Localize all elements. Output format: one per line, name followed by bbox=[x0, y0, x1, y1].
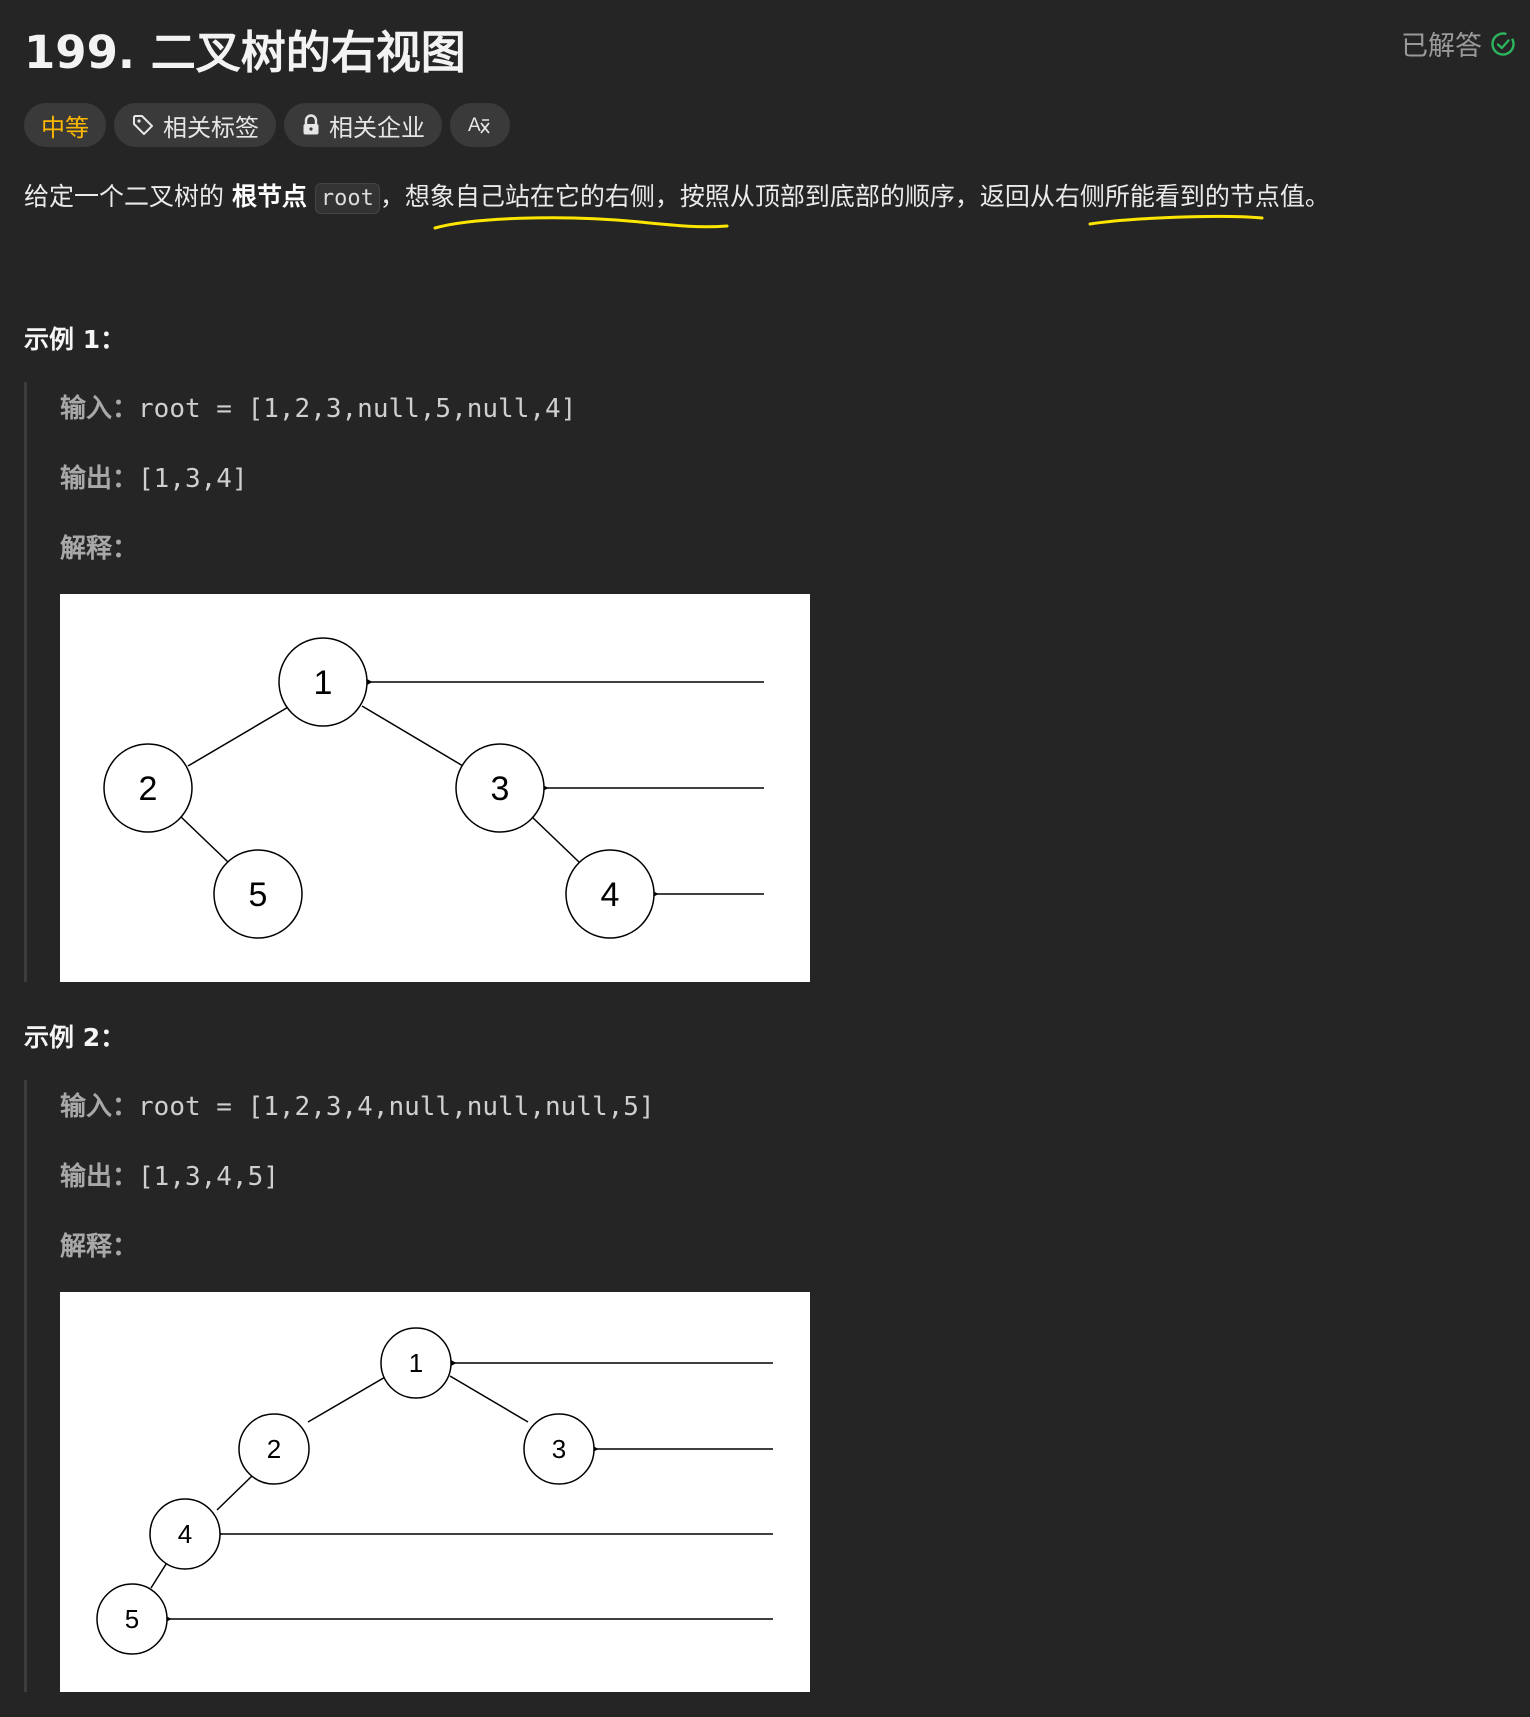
check-circle-icon bbox=[1490, 31, 1516, 57]
tree-node: 1 bbox=[380, 1327, 452, 1399]
node-label: 2 bbox=[267, 1434, 281, 1464]
difficulty-badge[interactable]: 中等 bbox=[24, 103, 106, 147]
tree-edge bbox=[179, 815, 229, 863]
lock-icon bbox=[301, 114, 321, 136]
example-2-input-label: 输入： bbox=[60, 1092, 139, 1122]
node-label: 4 bbox=[601, 876, 620, 914]
solved-status[interactable]: 已解答 bbox=[1401, 24, 1516, 63]
tree-edge bbox=[307, 1375, 388, 1423]
example-2-explain-label: 解释： bbox=[60, 1232, 139, 1262]
related-companies-label: 相关企业 bbox=[329, 113, 425, 142]
example-1-explain-label: 解释： bbox=[60, 534, 139, 564]
node-label: 1 bbox=[314, 664, 333, 702]
tree-node: 2 bbox=[238, 1413, 310, 1485]
example-2-output: 输出：[1,3,4,5] bbox=[60, 1156, 279, 1193]
solved-status-label: 已解答 bbox=[1401, 31, 1482, 62]
node-label: 4 bbox=[178, 1519, 192, 1549]
example-1-input-value: root = [1,2,3,null,5,null,4] bbox=[138, 394, 577, 424]
node-label: 5 bbox=[125, 1604, 139, 1634]
example-2-input: 输入：root = [1,2,3,4,null,null,null,5] bbox=[60, 1086, 655, 1123]
node-label: 2 bbox=[139, 770, 158, 808]
example-2-explain: 解释： bbox=[60, 1226, 138, 1263]
tree-node: 3 bbox=[455, 743, 545, 833]
example-1-output-value: [1,3,4] bbox=[138, 464, 248, 494]
problem-title: 199. 二叉树的右视图 bbox=[24, 26, 466, 79]
example-2-block: 输入：root = [1,2,3,4,null,null,null,5] 输出：… bbox=[24, 1080, 824, 1692]
example-1-input-label: 输入： bbox=[60, 394, 139, 424]
tree-node: 1 bbox=[278, 637, 368, 727]
tree-edge bbox=[150, 1560, 169, 1589]
example-2-output-value: [1,3,4,5] bbox=[138, 1162, 279, 1192]
tree-node: 5 bbox=[213, 849, 303, 939]
tree-node: 5 bbox=[96, 1583, 168, 1655]
translate-icon: A bbox=[467, 113, 493, 137]
node-label: 5 bbox=[249, 876, 268, 914]
example-1-title: 示例 1： bbox=[24, 325, 126, 354]
example-2-title: 示例 2： bbox=[24, 1023, 126, 1052]
related-companies-button[interactable]: 相关企业 bbox=[284, 103, 442, 147]
difficulty-label: 中等 bbox=[41, 113, 89, 142]
tree-node: 3 bbox=[523, 1413, 595, 1485]
node-label: 1 bbox=[409, 1348, 423, 1378]
description-text-1: 给定一个二叉树的 bbox=[24, 182, 232, 211]
example-2-input-value: root = [1,2,3,4,null,null,null,5] bbox=[138, 1092, 655, 1122]
svg-text:A: A bbox=[468, 115, 481, 136]
description-text-2: ，想象自己站在它的右侧，按照从顶部到底部的顺序，返回从右侧所能看到的节点值。 bbox=[379, 182, 1330, 211]
example-1-output: 输出：[1,3,4] bbox=[60, 458, 248, 495]
example-1-output-label: 输出： bbox=[60, 464, 139, 494]
related-tags-button[interactable]: 相关标签 bbox=[114, 103, 276, 147]
tree-edge bbox=[187, 705, 291, 767]
example-1-explain: 解释： bbox=[60, 528, 138, 565]
tree-node: 2 bbox=[103, 743, 193, 833]
tree-node: 4 bbox=[149, 1498, 221, 1570]
related-tags-label: 相关标签 bbox=[163, 113, 259, 142]
example-2-output-label: 输出： bbox=[60, 1162, 139, 1192]
node-label: 3 bbox=[552, 1434, 566, 1464]
tag-icon bbox=[131, 113, 155, 137]
tag-row: 中等 相关标签 相关企业 A bbox=[24, 103, 510, 147]
example-1-diagram: 1 2 3 5 4 bbox=[60, 594, 810, 982]
problem-description: 给定一个二叉树的 根节点 root ，想象自己站在它的右侧，按照从顶部到底部的顺序… bbox=[24, 176, 1330, 220]
tree-node: 4 bbox=[565, 849, 655, 939]
example-1-input: 输入：root = [1,2,3,null,5,null,4] bbox=[60, 388, 576, 425]
example-1-block: 输入：root = [1,2,3,null,5,null,4] 输出：[1,3,… bbox=[24, 382, 824, 982]
translate-button[interactable]: A bbox=[450, 103, 510, 147]
tree-edge bbox=[216, 1474, 254, 1511]
description-bold: 根节点 bbox=[231, 182, 307, 211]
tree-edge bbox=[449, 1375, 529, 1423]
example-2-diagram: 1 2 3 4 5 bbox=[60, 1292, 810, 1692]
tree-edge bbox=[530, 815, 580, 863]
inline-code-root: root bbox=[314, 183, 380, 214]
tree-edge bbox=[361, 705, 464, 767]
node-label: 3 bbox=[491, 770, 510, 808]
problem-page: 199. 二叉树的右视图 已解答 中等 相关标签 相关企业 A 给定一个二叉树的… bbox=[0, 0, 1530, 1717]
